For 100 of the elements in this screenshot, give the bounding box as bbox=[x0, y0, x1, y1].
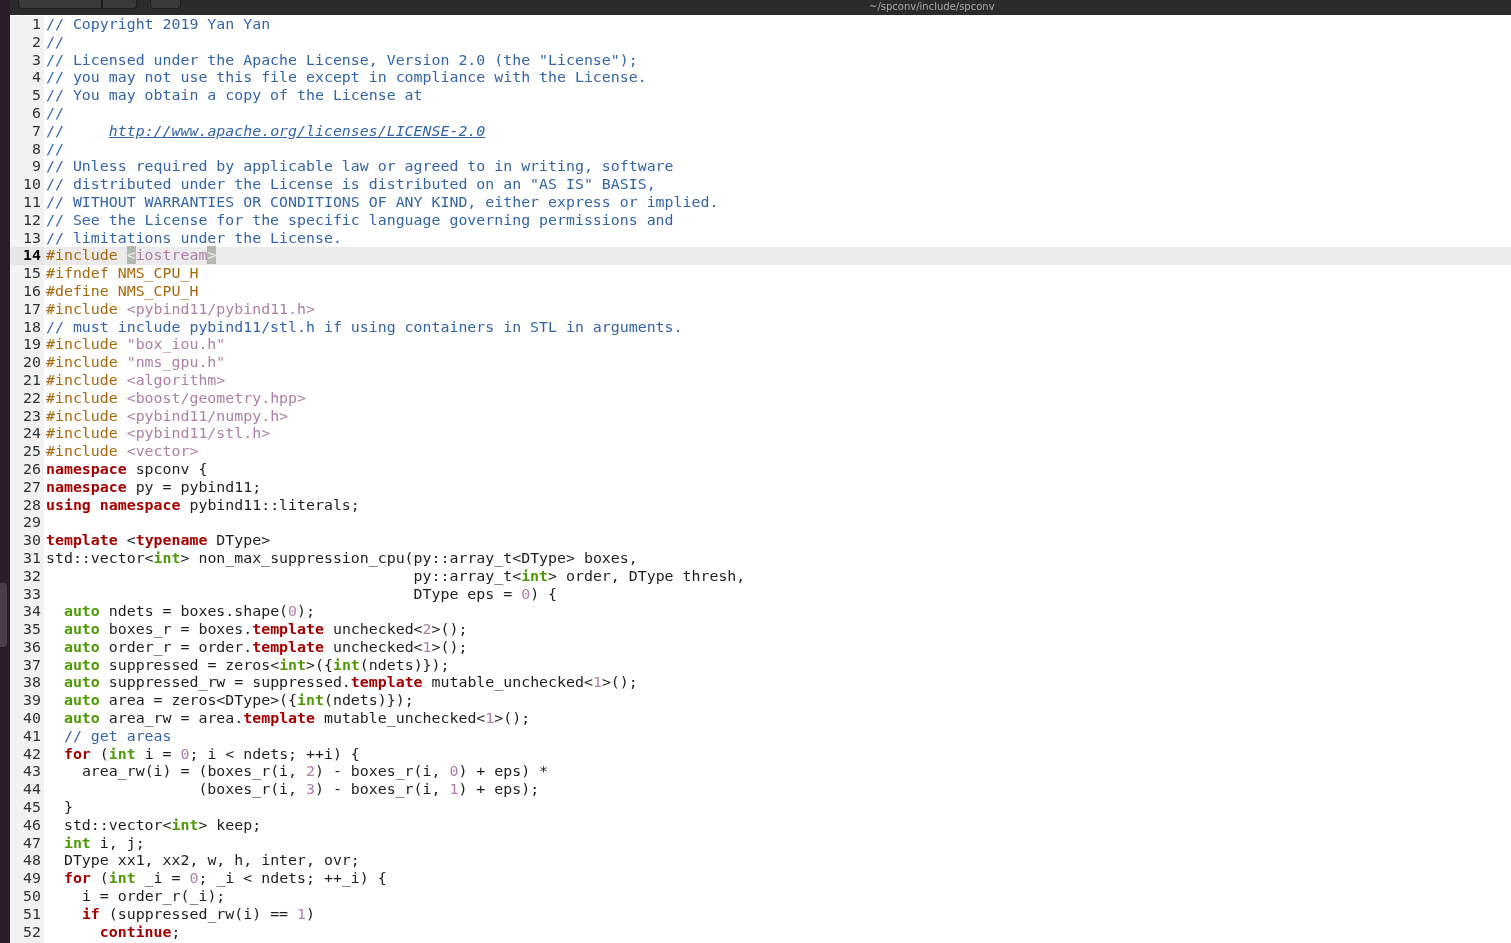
line-number: 21 bbox=[23, 370, 41, 389]
line-number: 26 bbox=[23, 459, 41, 478]
code-line: // bbox=[46, 33, 64, 52]
window-title: ~/spconv/include/spconv bbox=[869, 0, 995, 13]
line-number: 5 bbox=[32, 86, 41, 105]
line-number: 7 bbox=[32, 121, 41, 140]
line-number: 14 bbox=[23, 246, 41, 265]
line-number: 17 bbox=[23, 299, 41, 318]
line-number: 50 bbox=[23, 887, 41, 906]
line-number: 30 bbox=[23, 531, 41, 550]
code-line: // distributed under the License is distributed on an "AS IS" BASIS, bbox=[46, 176, 656, 194]
line-number: 6 bbox=[32, 104, 41, 122]
line-number: 33 bbox=[23, 584, 41, 603]
line-number: 51 bbox=[23, 904, 41, 923]
code-line: auto boxes_r = boxes.template unchecked<2>(); bbox=[63, 621, 468, 639]
line-number: 34 bbox=[23, 602, 41, 621]
line-number: 15 bbox=[23, 264, 41, 283]
line-number: 4 bbox=[32, 68, 41, 87]
code-line: DType eps = 0) { bbox=[413, 585, 558, 604]
line-number: 12 bbox=[23, 210, 41, 229]
code-line: #include <boost/geometry.hpp> bbox=[46, 389, 306, 408]
line-number: 44 bbox=[23, 780, 41, 799]
line-number: 43 bbox=[23, 762, 41, 781]
line-number: 8 bbox=[32, 139, 41, 158]
header-button[interactable] bbox=[150, 0, 181, 9]
code-line: // bbox=[46, 140, 64, 159]
line-number: 35 bbox=[23, 620, 41, 639]
code-line: auto order_r = order.template unchecked<1>(); bbox=[63, 638, 468, 657]
code-line: auto suppressed_rw = suppressed.template mutable_unchecked<1>(); bbox=[63, 674, 638, 693]
code-line: auto area = zeros<DType>({int(ndets)}); bbox=[63, 692, 414, 711]
line-number: 19 bbox=[23, 335, 41, 354]
line-number: 27 bbox=[23, 477, 41, 496]
code-line: py::array_t<int> order, DType thresh, bbox=[413, 567, 746, 586]
line-number: 36 bbox=[23, 637, 41, 656]
code-line: auto suppressed = zeros<int>({int(ndets)}); bbox=[63, 656, 450, 675]
line-number: 41 bbox=[23, 726, 41, 745]
code-line: // Licensed under the Apache License, Version 2.0 (the "License"); bbox=[46, 51, 638, 70]
line-number: 18 bbox=[23, 317, 41, 336]
code-line: #include <vector> bbox=[46, 443, 199, 461]
code-line: } bbox=[63, 799, 73, 817]
code-line: template <typename DType> bbox=[46, 532, 271, 550]
line-number: 49 bbox=[23, 869, 41, 888]
code-line: int i, j; bbox=[63, 834, 145, 853]
line-number: 22 bbox=[23, 388, 41, 407]
line-number: 10 bbox=[23, 175, 41, 194]
code-line: area_rw(i) = (boxes_r(i, 2) - boxes_r(i, 0) + eps) * bbox=[81, 763, 549, 782]
line-number: 20 bbox=[23, 353, 41, 372]
code-line: auto area_rw = area.template mutable_unchecked<1>(); bbox=[63, 710, 531, 728]
line-number: 23 bbox=[23, 406, 41, 425]
code-line: (boxes_r(i, 3) - boxes_r(i, 1) + eps); bbox=[198, 781, 540, 800]
code-line: // You may obtain a copy of the License at bbox=[46, 87, 423, 105]
code-line: // must include pybind11/stl.h if using containers in STL in arguments. bbox=[46, 318, 683, 337]
line-number: 2 bbox=[32, 32, 41, 51]
code-line: #include <pybind11/numpy.h> bbox=[46, 407, 289, 426]
code-line: #ifndef NMS_CPU_H bbox=[46, 265, 199, 283]
line-number: 24 bbox=[23, 424, 41, 443]
code-line: auto ndets = boxes.shape(0); bbox=[63, 603, 315, 622]
line-number: 48 bbox=[23, 851, 41, 870]
line-number: 42 bbox=[23, 744, 41, 763]
line-number: 38 bbox=[23, 673, 41, 692]
code-line: #include <pybind11/pybind11.h> bbox=[46, 300, 315, 319]
line-number: 52 bbox=[23, 922, 41, 941]
line-number: 39 bbox=[23, 691, 41, 710]
line-number: 11 bbox=[23, 192, 41, 211]
code-line: #include "nms_gpu.h" bbox=[46, 354, 226, 372]
header-button[interactable] bbox=[18, 0, 102, 9]
code-line: #include <pybind11/stl.h> bbox=[46, 425, 271, 444]
line-number: 29 bbox=[23, 513, 41, 532]
code-line: for (int i = 0; i < ndets; ++i) { bbox=[63, 745, 360, 764]
line-number: 1 bbox=[32, 15, 41, 33]
code-line: #include <algorithm> bbox=[46, 371, 226, 390]
line-number: 47 bbox=[23, 833, 41, 852]
line-number: 46 bbox=[23, 815, 41, 834]
line-number: 45 bbox=[23, 798, 41, 817]
line-number: 28 bbox=[23, 495, 41, 514]
code-line: #include <iostream> bbox=[46, 247, 217, 266]
code-line: namespace py = pybind11; bbox=[46, 478, 262, 497]
dock-item-background[interactable] bbox=[0, 583, 7, 647]
code-line: if (suppressed_rw(i) == 1) bbox=[81, 905, 315, 924]
code-line: continue; bbox=[99, 923, 181, 942]
code-line: // Unless required by applicable law or agreed to in writing, software bbox=[46, 158, 674, 177]
code-line: for (int _i = 0; _i < ndets; ++_i) { bbox=[63, 870, 387, 889]
line-number: 13 bbox=[23, 228, 41, 247]
code-line: #define NMS_CPU_H bbox=[46, 282, 199, 301]
code-line: // See the License for the specific language governing permissions and bbox=[46, 211, 674, 230]
code-line: // bbox=[46, 105, 64, 123]
line-number: 3 bbox=[32, 50, 41, 69]
code-line: // you may not use this file except in compliance with the License. bbox=[46, 69, 647, 88]
code-line: i = order_r(_i); bbox=[81, 888, 226, 906]
url-link[interactable]: http://www.apache.org/licenses/LICENSE-2.0 bbox=[108, 121, 486, 140]
line-number: 37 bbox=[23, 655, 41, 674]
line-number: 31 bbox=[23, 548, 41, 567]
code-line: std::vector<int> non_max_suppression_cpu(py::array_t<DType> boxes, bbox=[46, 549, 638, 568]
line-number: 9 bbox=[32, 157, 41, 176]
code-line: #include "box_iou.h" bbox=[46, 336, 226, 355]
code-line: // http://www.apache.org/licenses/LICENSE-2.0 bbox=[46, 122, 486, 141]
line-number: 16 bbox=[23, 281, 41, 300]
code-line: using namespace pybind11::literals; bbox=[46, 496, 360, 515]
line-number: 32 bbox=[23, 566, 41, 585]
header-button[interactable] bbox=[102, 0, 137, 9]
